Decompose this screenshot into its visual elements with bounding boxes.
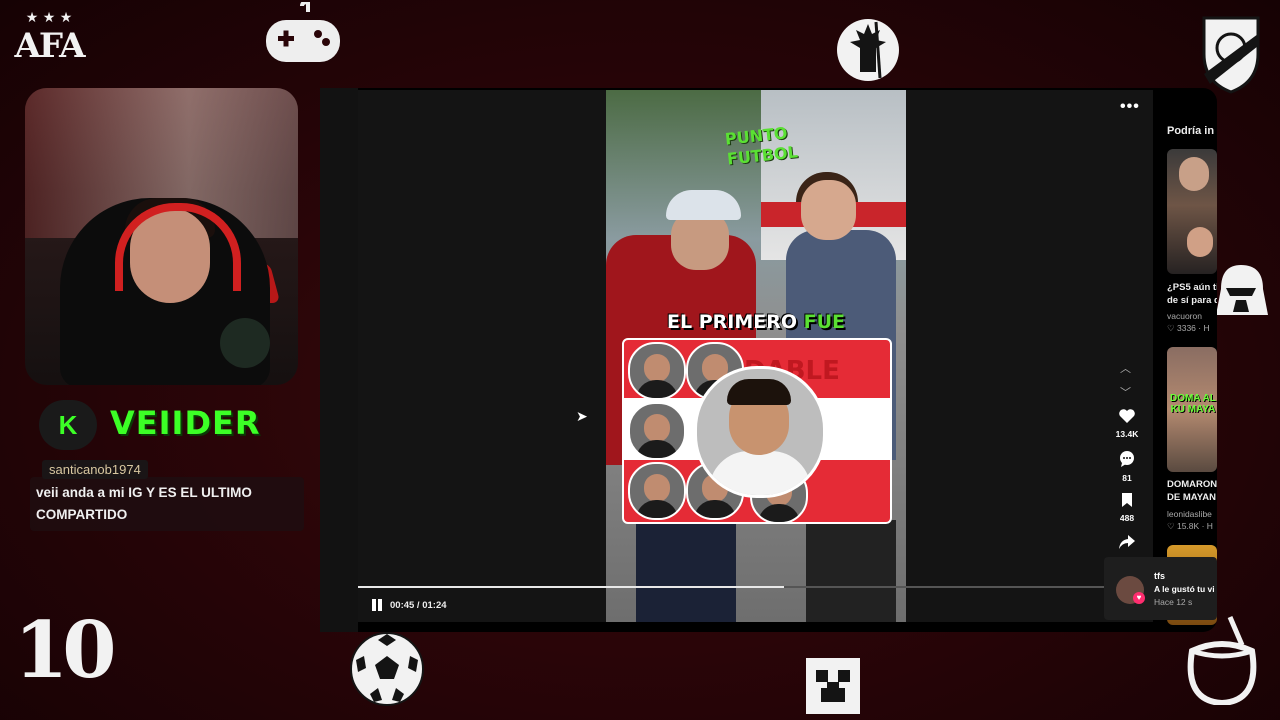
gamepad-icon [266, 2, 340, 62]
rec-thumb-text: DOMA AL KU MAYA [1170, 393, 1216, 415]
comment-icon [1120, 451, 1134, 467]
rec-stats-suffix: · H [1201, 521, 1213, 531]
share-icon [1119, 535, 1135, 549]
like-button[interactable]: 13.4K [1112, 408, 1142, 439]
notification-user: tfs [1154, 571, 1165, 581]
chevron-down-icon[interactable]: ﹀ [1120, 384, 1131, 400]
webcam-feed [25, 88, 298, 385]
rec-stats: ♡ 3336 · H [1167, 323, 1210, 333]
chevron-up-icon[interactable]: ︿ [1120, 360, 1131, 376]
share-button[interactable] [1112, 534, 1142, 555]
rec-title-line-2[interactable]: de sí para d [1167, 294, 1217, 308]
river-plate-crest-icon [1202, 16, 1260, 94]
browser-sidebar-strip [320, 88, 358, 632]
rec-like-count: 3336 [1176, 323, 1196, 333]
mouse-cursor-icon: ➤ [576, 408, 588, 424]
shirt-number-ten: 10 [14, 605, 117, 696]
coach-portrait [628, 462, 686, 520]
coach-portrait [628, 402, 686, 460]
bookmark-icon [1122, 493, 1132, 507]
time-display: 00:45 / 01:24 [390, 600, 447, 611]
save-count: 488 [1119, 513, 1135, 523]
notification-text: A le gustó tu vi [1154, 584, 1215, 594]
chat-username: santicanob1974 [42, 460, 148, 479]
rec-thumbnail[interactable]: DOMA AL KU MAYA [1167, 347, 1217, 472]
rec-stats: ♡ 15.8K · H [1167, 521, 1213, 531]
coach-portrait [628, 342, 686, 400]
recommendations-title: Podría in [1167, 125, 1215, 137]
like-count: 13.4K [1115, 429, 1139, 439]
soccer-ball-icon [350, 632, 424, 706]
save-button[interactable]: 488 [1112, 492, 1142, 523]
more-options-icon[interactable]: ••• [1120, 98, 1140, 116]
video-caption: EL PRIMERO FUE [612, 311, 900, 333]
rec-thumbnail[interactable] [1167, 149, 1217, 274]
progress-bar-fill [358, 586, 785, 588]
video-brand-watermark: PUNTO FUTBOL [724, 122, 799, 169]
afa-stars: ★ ★ ★ [25, 10, 73, 26]
afa-text: AFA [14, 26, 86, 66]
streamer-name: VEIIDER [110, 404, 261, 442]
creeper-icon [806, 658, 860, 714]
afa-logo: ★ ★ ★ AFA [14, 10, 86, 66]
darth-vader-icon [1216, 265, 1268, 315]
goku-silhouette-icon [837, 19, 899, 81]
rec-like-count: 15.8K [1176, 521, 1200, 531]
caption-highlight: FUE [803, 311, 845, 333]
caption-text: EL PRIMERO [667, 311, 804, 333]
heart-icon: ♥ [1133, 592, 1145, 604]
rec-title-line-2[interactable]: DE MAYAN [1167, 491, 1217, 505]
rec-title-line[interactable]: ¿PS5 aún ti [1167, 281, 1217, 295]
rec-stats-suffix: · H [1198, 323, 1210, 333]
comment-button[interactable]: 81 [1112, 450, 1142, 483]
rec-title-line[interactable]: DOMARON [1167, 478, 1217, 492]
notification-time: Hace 12 s [1154, 597, 1193, 607]
featured-coach-portrait [694, 366, 826, 498]
heart-icon [1119, 409, 1135, 423]
pause-button[interactable] [370, 598, 384, 612]
chat-message-text: veii anda a mi IG Y ES EL ULTIMO COMPART… [36, 485, 252, 522]
comment-count: 81 [1122, 473, 1132, 483]
streamer-logo: K [39, 400, 97, 450]
